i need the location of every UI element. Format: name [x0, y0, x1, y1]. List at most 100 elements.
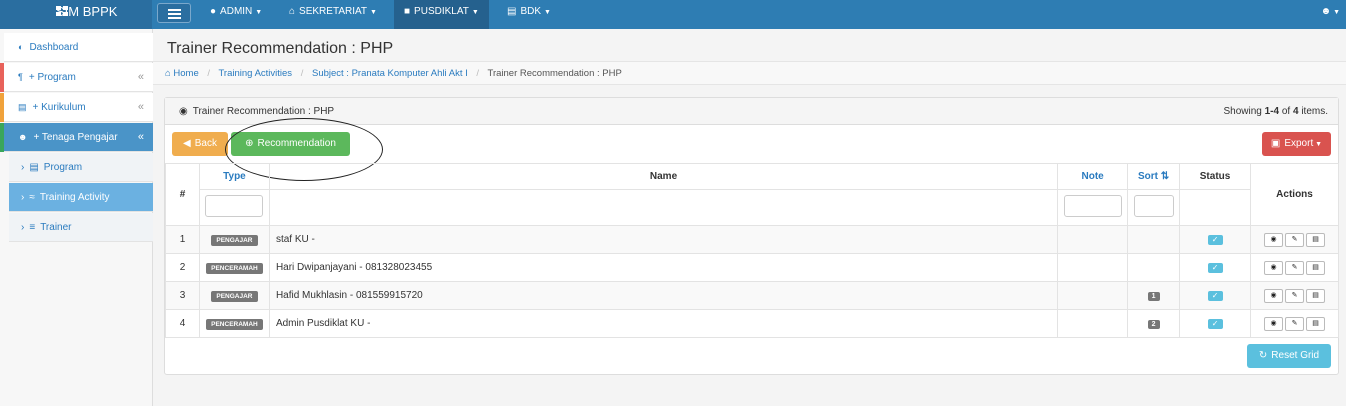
top-navbar: SIM BPPK ● ADMIN ▼ ⌂ SEKRETARIAT ▼ ■ PUSDIKLA… [0, 0, 1346, 29]
trainer-name: Admin Pusdiklat KU - [268, 309, 1059, 338]
caret-down-icon: ▼ [255, 9, 263, 16]
sort-icon: ⇅ [1160, 171, 1170, 182]
chevron-right-icon: › [21, 192, 25, 203]
trainer-name: Hafid Mukhlasin - 081559915720 [268, 281, 1059, 310]
type-label: PENGAJAR [211, 290, 258, 302]
check-icon[interactable]: ✓ [1207, 263, 1223, 273]
institution-icon: ▤ [507, 6, 517, 17]
trainer-name: Hari Dwipanjayani - 081328023455 [268, 253, 1059, 282]
nav-sekretariat[interactable]: ⌂ SEKRETARIAT ▼ [279, 0, 387, 24]
home-icon: ⌂ [289, 6, 296, 17]
caret-down-icon: ▼ [544, 9, 551, 16]
trash-icon[interactable]: ▤ [1306, 288, 1326, 303]
check-icon[interactable]: ✓ [1207, 319, 1223, 329]
export-button[interactable]: ▣ Export ▼ [1262, 132, 1331, 156]
arrow-circle-left-icon: ◀ [183, 138, 191, 149]
summary-text: Showing 1-4 of 4 items. [1223, 106, 1328, 117]
trash-icon[interactable]: ▤ [1306, 232, 1326, 247]
table-row: 1 PENGAJAR staf KU - ✓ ◉ ✎ ▤ [165, 225, 1339, 254]
table-row: 4 PENCERAMAH Admin Pusdiklat KU - 2 ✓ ◉ ✎… [165, 309, 1339, 338]
breadcrumb-subject[interactable]: Subject : Pranata Komputer Ahli Akt I [312, 68, 468, 79]
nav-bdk[interactable]: ▤ BDK ▼ [497, 0, 561, 24]
accent-bar [0, 123, 4, 152]
trainer-table: # Type Name Note Sort ⇅ Status Actions 1… [165, 163, 1339, 338]
accent-bar [0, 63, 4, 92]
type-filter-input[interactable] [205, 195, 264, 217]
brand[interactable]: SIM BPPK [0, 0, 152, 29]
panel-title: Trainer Recommendation : PHP [192, 106, 335, 117]
sort-badge: 1 [1147, 292, 1160, 301]
check-icon[interactable]: ✓ [1207, 235, 1223, 245]
type-label: PENCERAMAH [206, 262, 263, 274]
caret-down-icon: ▼ [471, 9, 479, 16]
view-icon[interactable]: ◉ [1264, 316, 1284, 331]
trash-icon[interactable]: ▤ [1306, 260, 1326, 275]
grid-icon [56, 6, 69, 17]
back-button[interactable]: ◀ Back [172, 132, 228, 156]
list-icon: ≡ [29, 222, 36, 233]
accent-bar [0, 93, 4, 122]
header-status: Status [1179, 163, 1252, 190]
user-icon: ☻ [1320, 6, 1332, 17]
activity-icon: ≈ [29, 192, 35, 203]
header-name: Name [268, 163, 1059, 190]
nav-admin[interactable]: ● ADMIN ▼ [200, 0, 272, 24]
breadcrumb: ⌂ Home / Training Activities / Subject :… [153, 61, 1346, 85]
menu-toggle-button[interactable] [157, 3, 191, 23]
table-row: 3 PENGAJAR Hafid Mukhlasin - 08155991572… [165, 281, 1339, 310]
sidebar-item-program[interactable]: ¶ + Program « [0, 63, 153, 92]
sort-badge: 2 [1147, 320, 1160, 329]
caret-down-icon: ▼ [1331, 9, 1340, 16]
android-icon: ● [210, 6, 217, 17]
page-title: Trainer Recommendation : PHP [167, 40, 394, 57]
sidebar-item-kurikulum[interactable]: ▤ + Kurikulum « [0, 93, 153, 122]
book-icon: ■ [404, 6, 411, 17]
caret-down-icon: ▼ [1313, 141, 1323, 148]
sidebar-subitem-training-activity[interactable]: › ≈ Training Activity [9, 183, 153, 212]
sidebar: ◐ Dashboard ¶ + Program « ▤ + Kurikulum « ☻… [0, 29, 153, 406]
check-icon[interactable]: ✓ [1207, 291, 1223, 301]
chevron-right-icon: › [21, 222, 25, 233]
edit-icon[interactable]: ✎ [1285, 316, 1305, 331]
institution-icon: ▤ [18, 102, 27, 112]
header-number: # [165, 163, 200, 226]
type-label: PENCERAMAH [206, 318, 263, 330]
type-label: PENGAJAR [211, 234, 258, 246]
list-icon: ▤ [29, 162, 39, 173]
edit-icon[interactable]: ✎ [1285, 232, 1305, 247]
trainer-name: staf KU - [268, 225, 1059, 254]
export-icon: ▣ [1270, 138, 1281, 149]
sidebar-item-tenaga-pengajar[interactable]: ☻ + Tenaga Pengajar « [0, 123, 153, 152]
view-icon[interactable]: ◉ [1264, 232, 1284, 247]
chevron-right-icon: › [21, 162, 25, 173]
trash-icon[interactable]: ▤ [1306, 316, 1326, 331]
refresh-icon: ↻ [1258, 350, 1268, 361]
header-type[interactable]: Type [198, 163, 270, 190]
view-icon[interactable]: ◉ [1264, 288, 1284, 303]
users-icon: ☻ [18, 132, 28, 142]
breadcrumb-home[interactable]: ⌂ Home [165, 68, 199, 79]
caret-down-icon: ▼ [370, 9, 377, 16]
header-sort[interactable]: Sort ⇅ [1127, 163, 1181, 190]
sidebar-item-dashboard[interactable]: ◐ Dashboard [4, 33, 153, 62]
dashboard-icon: ◐ [18, 42, 24, 52]
sidebar-subitem-program[interactable]: › ▤ Program [9, 153, 153, 182]
note-filter-input[interactable] [1063, 195, 1122, 217]
pilcrow-icon: ¶ [18, 72, 23, 82]
table-row: 2 PENCERAMAH Hari Dwipanjayani - 0813280… [165, 253, 1339, 282]
view-icon[interactable]: ◉ [1264, 260, 1284, 275]
sidebar-subitem-trainer[interactable]: › ≡ Trainer [9, 213, 153, 242]
nav-pusdiklat[interactable]: ■ PUSDIKLAT ▼ [394, 0, 489, 29]
header-actions: Actions [1250, 163, 1339, 226]
chevron-left-icon: « [137, 71, 144, 83]
globe-icon: ◉ [179, 106, 188, 117]
header-note[interactable]: Note [1057, 163, 1129, 190]
breadcrumb-training-activities[interactable]: Training Activities [218, 68, 292, 79]
breadcrumb-current: Trainer Recommendation : PHP [487, 68, 622, 79]
edit-icon[interactable]: ✎ [1285, 288, 1305, 303]
edit-icon[interactable]: ✎ [1285, 260, 1305, 275]
chevron-left-icon: « [137, 131, 144, 143]
sort-filter-input[interactable] [1133, 195, 1174, 217]
reset-grid-button[interactable]: ↻ Reset Grid [1247, 344, 1331, 368]
user-menu[interactable]: ☻ ▼ [1321, 0, 1340, 25]
